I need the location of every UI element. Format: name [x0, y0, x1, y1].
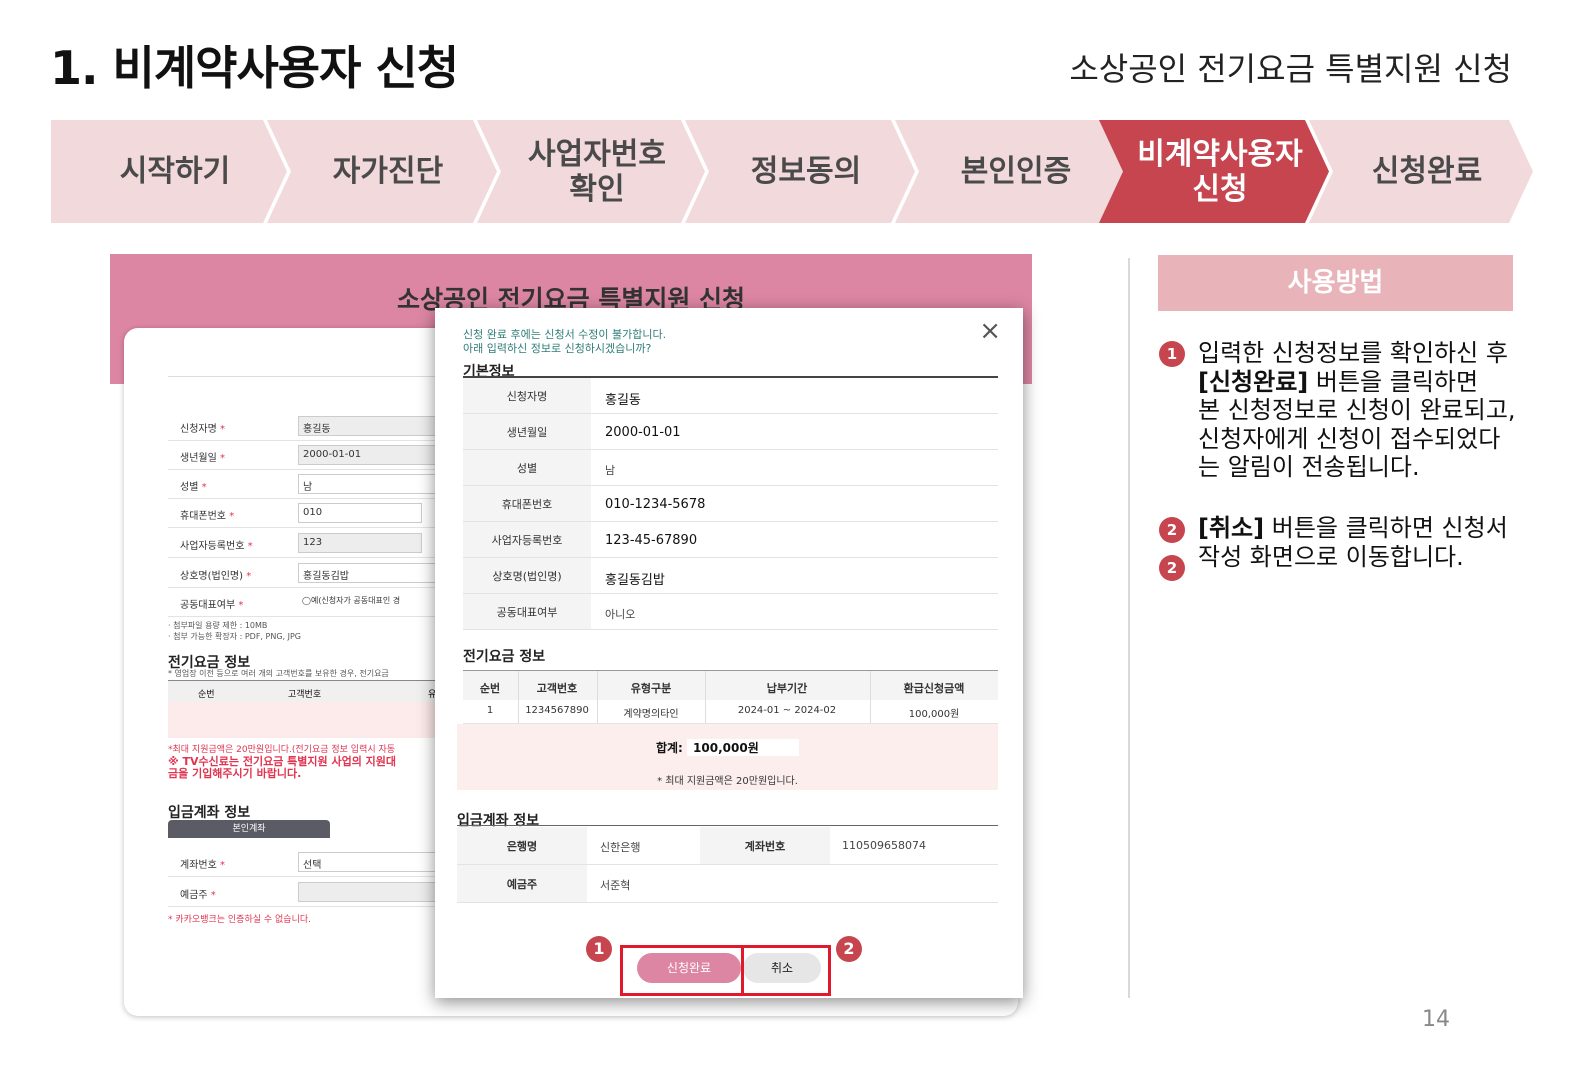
step-progress-bar: 시작하기 자가진단 사업자번호 확인 정보동의 본인인증 비계약사용자 신청 신… — [51, 120, 1533, 223]
account-section-title: 입금계좌 정보 — [168, 805, 251, 821]
info-row-company-name: 상호명(법인명) 홍길동김밥 — [463, 558, 998, 594]
info-row-gender: 성별 남 — [463, 450, 998, 486]
cancel-highlight-box — [741, 945, 831, 996]
badge-1: 1 — [586, 936, 612, 962]
instruction-badge-2: 2 — [1159, 517, 1185, 543]
instruction-badge-2-repeat: 2 — [1159, 555, 1185, 581]
table-row: 1 1234567890 계약명의타인 2024-01 ~ 2024-02 10… — [463, 700, 998, 724]
bill-section-note: * 영업장 이전 등으로 여러 개의 고객번호를 보유한 경우, 전기요금 — [168, 669, 389, 678]
badge-2: 2 — [836, 936, 862, 962]
step-non-contract-application: 비계약사용자 신청 — [1099, 120, 1329, 223]
form-row-business-number: 사업자등록번호 * 123 — [168, 529, 448, 558]
confirm-highlight-box — [620, 945, 744, 996]
form-row-co-representative: 공동대표여부 * ◯예(신청자가 공동대표인 경 — [168, 588, 448, 617]
page-title: 1. 비계약사용자 신청 — [50, 41, 459, 95]
kakao-bank-note: * 카카오뱅크는 인증하실 수 없습니다. — [168, 915, 312, 925]
info-row-business-number: 사업자등록번호 123-45-67890 — [463, 522, 998, 558]
gender-field[interactable]: 남 — [298, 474, 448, 494]
instruction-step-2: [취소] 버튼을 클릭하면 신청서 작성 화면으로 이동합니다. — [1198, 514, 1508, 571]
account-row-bank: 은행명 신한은행 계좌번호 110509658074 — [457, 827, 998, 865]
co-representative-radio[interactable]: ◯예(신청자가 공동대표인 경 — [298, 592, 448, 612]
bill-info-title: 전기요금 정보 — [463, 649, 546, 665]
business-number-field[interactable]: 123 — [298, 533, 422, 553]
close-icon[interactable]: × — [979, 316, 1001, 346]
step-identity-verification: 본인인증 — [895, 120, 1125, 223]
form-row-birthdate: 생년월일 * 2000-01-01 — [168, 441, 448, 470]
step-application-complete: 신청완료 — [1309, 120, 1533, 223]
max-support-note: * 최대 지원금액은 20만원입니다. — [657, 776, 798, 787]
name-field[interactable]: 홍길동 — [298, 416, 448, 436]
form-row-company-name: 상호명(법인명) * 홍길동김밥 — [168, 559, 448, 588]
file-extension-note: · 첨부 가능한 확장자 : PDF, PNG, JPG — [168, 632, 301, 641]
divider — [457, 825, 998, 826]
form-row-account-holder: 예금주 * — [168, 878, 448, 907]
confirmation-modal: × 신청 완료 후에는 신청서 수정이 불가합니다. 아래 입력하신 정보로 신… — [435, 308, 1023, 998]
step-info-consent: 정보동의 — [685, 120, 915, 223]
form-row-account-number: 계좌번호 * 선택 — [168, 848, 448, 877]
tab-own-account[interactable]: 본인계좌 — [168, 820, 330, 838]
info-row-co-representative: 공동대표여부 아니오 — [463, 594, 998, 630]
howto-title: 사용방법 — [1158, 255, 1513, 311]
divider — [168, 376, 448, 377]
total-amount: 합계: 100,000원 — [457, 739, 998, 756]
instruction-step-1: 입력한 신청정보를 확인하신 후 [신청완료] 버튼을 클릭하면 본 신청정보로… — [1198, 339, 1516, 481]
step-self-diagnosis: 자가진단 — [267, 120, 497, 223]
step-business-number-check: 사업자번호 확인 — [477, 120, 705, 223]
step-start: 시작하기 — [51, 120, 287, 223]
bill-table-header: 순번 고객번호 유 — [168, 680, 448, 702]
total-band: 합계: 100,000원 * 최대 지원금액은 20만원입니다. — [457, 724, 998, 790]
account-row-holder: 예금주 서준혁 — [457, 865, 998, 903]
birthdate-field[interactable]: 2000-01-01 — [298, 445, 448, 465]
page-number: 14 — [1422, 1007, 1450, 1032]
form-row-gender: 성별 * 남 — [168, 470, 448, 499]
form-row-name: 신청자명 * 홍길동 — [168, 412, 448, 441]
form-row-phone: 휴대폰번호 * 010 — [168, 499, 448, 528]
bill-table-empty — [168, 702, 448, 738]
instruction-badge-1: 1 — [1159, 341, 1185, 367]
modal-notice: 신청 완료 후에는 신청서 수정이 불가합니다. 아래 입력하신 정보로 신청하… — [463, 328, 667, 355]
info-row-name: 신청자명 홍길동 — [463, 378, 998, 414]
company-name-field[interactable]: 홍길동김밥 — [298, 563, 448, 583]
page-subtitle: 소상공인 전기요금 특별지원 신청 — [1069, 50, 1512, 88]
file-size-note: · 첨부파일 용량 제한 : 10MB — [168, 621, 268, 630]
bank-select[interactable]: 선택 — [298, 852, 448, 872]
phone-field[interactable]: 010 — [298, 503, 422, 523]
info-row-phone: 휴대폰번호 010-1234-5678 — [463, 486, 998, 522]
bill-table-header: 순번 고객번호 유형구분 납부기간 환급신청금액 — [463, 670, 998, 700]
info-row-birthdate: 생년월일 2000-01-01 — [463, 414, 998, 450]
tv-fee-note-cont: 금을 기입해주시기 바랍니다. — [168, 767, 302, 780]
divider — [1128, 258, 1130, 998]
max-support-note: *최대 지원금액은 20만원입니다.(전기요금 정보 입력시 자동 — [168, 745, 396, 755]
account-holder-field[interactable] — [298, 882, 448, 902]
